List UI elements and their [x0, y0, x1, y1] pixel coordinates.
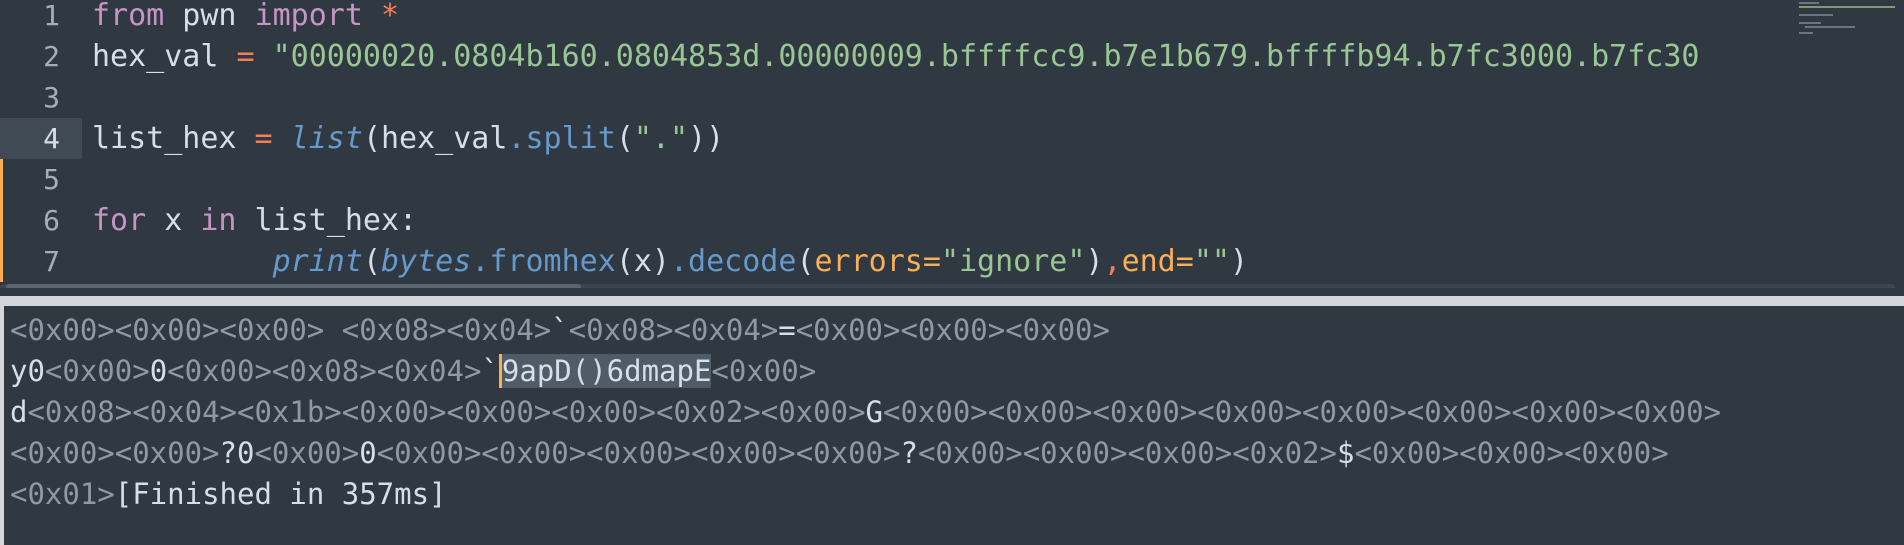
code-text: for x in list_hex:	[92, 200, 417, 241]
minimap-line	[1805, 26, 1855, 28]
output-segment: d	[10, 395, 28, 429]
code-token: =	[218, 39, 273, 74]
code-token: from	[92, 0, 165, 33]
code-token: bytes	[381, 244, 472, 279]
code-token: (	[362, 244, 381, 279]
output-segment: <0x01>	[10, 477, 115, 511]
line-number: 4	[43, 122, 60, 155]
code-text: from pwn import *	[92, 0, 399, 36]
output-segment: 0	[149, 354, 168, 388]
code-token: "00000020.0804b160.0804853d.00000009.bff…	[272, 39, 1700, 74]
output-segment: =	[778, 313, 796, 347]
output-segment: <0x00><0x08><0x04>	[167, 354, 482, 388]
line-number: 5	[43, 163, 60, 196]
code-line[interactable]: 6 for x in list_hex:	[0, 200, 1795, 241]
code-token: .fromhex	[471, 244, 616, 279]
code-line[interactable]: 3	[0, 77, 1795, 118]
output-segment: ?	[900, 436, 918, 470]
code-token: list_hex	[92, 121, 237, 156]
output-line: <0x01>[Finished in 357ms]	[10, 474, 447, 515]
code-token: import	[254, 0, 363, 33]
code-line[interactable]: 7 print(bytes.fromhex(x).decode(errors="…	[0, 241, 1795, 282]
output-segment: G	[865, 395, 883, 429]
code-token: end=	[1121, 244, 1194, 279]
code-line[interactable]: 1 from pwn import *	[0, 0, 1795, 36]
output-segment: 0	[359, 436, 377, 470]
line-number: 6	[43, 204, 60, 237]
line-number: 7	[43, 245, 60, 278]
code-token: for	[92, 203, 147, 238]
minimap-line	[1799, 14, 1833, 16]
code-token: *	[381, 0, 400, 33]
output-segment: [Finished in 357ms]	[114, 477, 447, 511]
output-segment: y0	[10, 354, 45, 388]
output-segment: <0x00><0x00><0x00><0x02>	[917, 436, 1337, 470]
code-token: .split	[507, 121, 616, 156]
output-segment: <0x00><0x00><0x00><0x00><0x00><0x00><0x0…	[883, 395, 1722, 429]
output-line: y0<0x00>0<0x00><0x08><0x04>` 9apD()6dmapE…	[10, 351, 816, 392]
code-token: .decode	[670, 244, 797, 279]
output-segment: <0x00>	[44, 354, 150, 388]
build-output-panel[interactable]: <0x00><0x00><0x00> <0x08><0x04>`<0x08><0…	[0, 306, 1904, 545]
code-token: (	[796, 244, 815, 279]
minimap-line	[1799, 22, 1821, 24]
code-token: ,	[1103, 244, 1122, 279]
output-segment: <0x00><0x00><0x00>	[795, 313, 1110, 347]
code-line-current[interactable]: 4 list_hex = list(hex_val.split("."))	[0, 118, 1795, 159]
code-token: ""	[1193, 244, 1230, 279]
horizontal-scrollbar[interactable]	[0, 284, 1895, 288]
minimap-line	[1799, 32, 1813, 34]
line-number: 1	[43, 0, 60, 32]
code-token: errors=	[814, 244, 941, 279]
output-line: <0x00><0x00><0x00> <0x08><0x04>`<0x08><0…	[10, 310, 1110, 351]
output-segment: <0x00><0x00><0x00>	[1354, 436, 1669, 470]
line-number: 2	[43, 40, 60, 73]
code-text: hex_val = "00000020.0804b160.0804853d.00…	[92, 36, 1700, 77]
panel-divider[interactable]	[0, 296, 1904, 306]
output-segment: <0x00><0x00>	[10, 436, 220, 470]
code-token: (x)	[615, 244, 670, 279]
code-token: (	[615, 121, 634, 156]
output-segment: <0x00>	[254, 436, 360, 470]
scrollbar-thumb[interactable]	[6, 284, 581, 288]
code-token: list	[290, 121, 363, 156]
code-token: in	[200, 203, 237, 238]
minimap-line	[1799, 6, 1895, 8]
code-token: ))	[688, 121, 725, 156]
minimap[interactable]	[1795, 0, 1904, 288]
output-line: <0x00><0x00>?0<0x00>0<0x00><0x00><0x00><…	[10, 433, 1669, 474]
output-segment: `	[551, 313, 569, 347]
code-token: x	[146, 203, 201, 238]
code-token: hex_val	[92, 39, 219, 74]
output-segment: <0x08><0x04><0x1b><0x00><0x00><0x00><0x0…	[27, 395, 866, 429]
output-segment: $	[1336, 436, 1355, 470]
output-segment: `	[481, 354, 499, 388]
output-segment: <0x00><0x00><0x00> <0x08><0x04>	[10, 313, 552, 347]
line-number: 3	[43, 81, 60, 114]
code-token: pwn	[164, 0, 255, 33]
output-segment: ?0	[219, 436, 255, 470]
code-line[interactable]: 2 hex_val = "00000020.0804b160.0804853d.…	[0, 36, 1795, 77]
code-token: )	[1085, 244, 1104, 279]
output-segment: <0x00>	[711, 354, 817, 388]
code-token: "ignore"	[940, 244, 1086, 279]
code-token: "."	[633, 121, 689, 156]
output-line: d<0x08><0x04><0x1b><0x00><0x00><0x00><0x…	[10, 392, 1721, 433]
code-token: list_hex:	[236, 203, 418, 238]
output-segment: <0x00><0x00><0x00><0x00><0x00>	[376, 436, 901, 470]
code-text: print(bytes.fromhex(x).decode(errors="ig…	[92, 241, 1248, 282]
code-line[interactable]: 5	[0, 159, 1795, 200]
code-token: =	[236, 121, 291, 156]
selected-text: 9apD()6dmapE	[498, 354, 712, 388]
code-token: (hex_val	[362, 121, 508, 156]
code-token: print	[272, 244, 363, 279]
code-editor[interactable]: 1 from pwn import * 2 hex_val = "0000002…	[0, 0, 1904, 288]
code-token: )	[1229, 244, 1248, 279]
minimap-line	[1799, 2, 1819, 4]
code-text: list_hex = list(hex_val.split("."))	[92, 118, 724, 159]
output-segment: <0x08><0x04>	[568, 313, 779, 347]
